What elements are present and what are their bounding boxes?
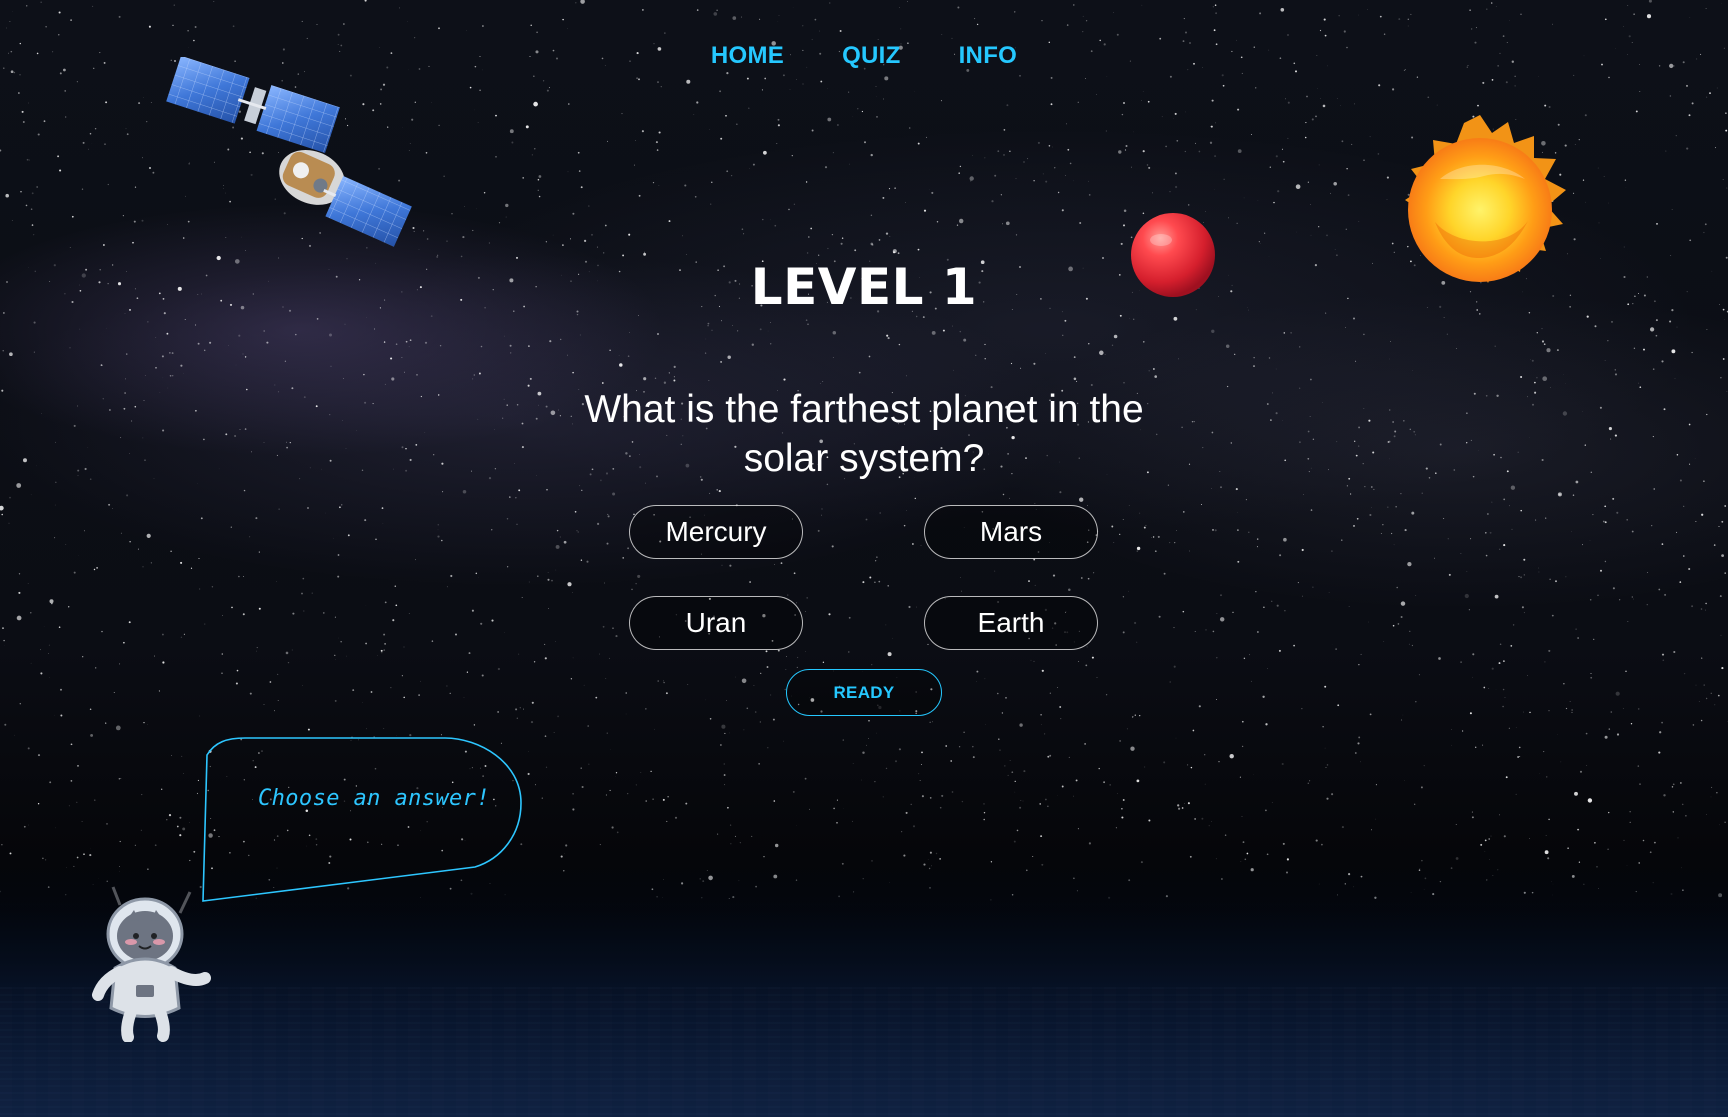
speech-text: Choose an answer! — [258, 786, 490, 811]
nav-quiz[interactable]: QUIZ — [842, 42, 901, 70]
satellite-icon — [166, 57, 412, 247]
speech-bubble — [202, 737, 522, 902]
answer-mercury[interactable]: Mercury — [629, 505, 803, 559]
answer-earth[interactable]: Earth — [924, 596, 1098, 650]
space-scene: HOME QUIZ INFO LEVEL 1 What is the farth… — [0, 0, 1728, 1117]
quiz-question: What is the farthest planet in the solar… — [584, 388, 1144, 480]
astronaut-cat-icon — [92, 886, 211, 1042]
ocean-texture — [0, 987, 1728, 1117]
level-title: LEVEL 1 — [750, 258, 978, 316]
nav-info[interactable]: INFO — [959, 42, 1018, 70]
answer-uran[interactable]: Uran — [629, 596, 803, 650]
answer-options: Mercury Mars Uran Earth — [629, 505, 1098, 650]
nav-home[interactable]: HOME — [711, 42, 784, 70]
answer-mars[interactable]: Mars — [924, 505, 1098, 559]
ready-button[interactable]: READY — [786, 669, 942, 716]
